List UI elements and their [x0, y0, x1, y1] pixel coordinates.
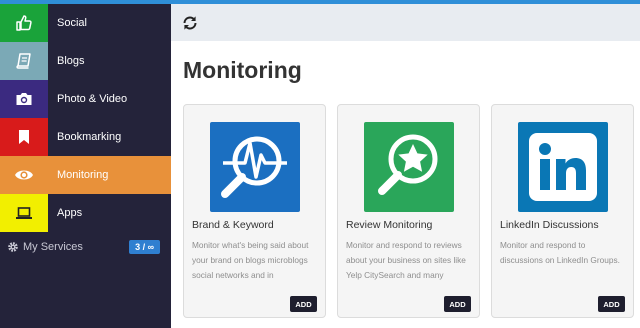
services-count-badge: 3 / ∞	[129, 240, 160, 254]
sidebar-item-label: Photo & Video	[57, 93, 128, 105]
sidebar-item-label: Apps	[57, 207, 83, 219]
sidebar-item-blogs[interactable]: Blogs	[0, 42, 171, 80]
sidebar-item-apps[interactable]: Apps	[0, 194, 171, 232]
card-description: Monitor what's being said about your bra…	[192, 240, 309, 280]
add-button[interactable]: ADD	[444, 296, 471, 312]
card-description: Monitor and respond to discussions on Li…	[500, 240, 620, 265]
card-brand-keyword: Brand & Keyword Monitor what's being sai…	[183, 104, 326, 318]
card-title: Brand & Keyword	[192, 219, 274, 231]
sidebar-item-label: Bookmarking	[57, 131, 122, 143]
card-logo	[210, 122, 300, 212]
star-search-icon	[378, 134, 438, 195]
sidebar-item-label: Blogs	[57, 55, 85, 67]
eye-icon	[15, 170, 33, 180]
card-logo	[364, 122, 454, 212]
card-review-monitoring: Review Monitoring Monitor and respond to…	[337, 104, 480, 318]
sidebar-icon-box	[0, 194, 48, 232]
sidebar-icon-box	[0, 156, 48, 194]
my-services-label: My Services	[23, 241, 83, 253]
sidebar-icon-box	[0, 80, 48, 118]
card-title: LinkedIn Discussions	[500, 219, 599, 231]
sidebar-icon-box	[0, 4, 48, 42]
sidebar-item-monitoring[interactable]: Monitoring	[0, 156, 171, 194]
keyword-search-icon	[221, 136, 287, 198]
sidebar-item-photo-video[interactable]: Photo & Video	[0, 80, 171, 118]
toolbar	[171, 4, 640, 41]
bookmark-icon	[19, 130, 29, 144]
add-button[interactable]: ADD	[290, 296, 317, 312]
card-logo	[518, 122, 608, 212]
sidebar-icon-box	[0, 118, 48, 156]
add-button[interactable]: ADD	[598, 296, 625, 312]
sidebar: Social Blogs Photo & Video Bookmarking M…	[0, 4, 171, 328]
sidebar-item-label: Social	[57, 17, 87, 29]
card-linkedin-discussions: LinkedIn Discussions Monitor and respond…	[491, 104, 634, 318]
sidebar-item-label: Monitoring	[57, 169, 109, 181]
gear-icon	[8, 242, 18, 252]
card-title: Review Monitoring	[346, 219, 433, 231]
card-description: Monitor and respond to reviews about you…	[346, 240, 466, 280]
linkedin-icon	[529, 133, 597, 201]
book-icon	[16, 53, 31, 69]
sidebar-item-bookmarking[interactable]: Bookmarking	[0, 118, 171, 156]
main-content: Monitoring Brand & Keyword Monitor what'…	[171, 4, 640, 328]
service-cards: Brand & Keyword Monitor what's being sai…	[183, 104, 640, 318]
thumbs-up-icon	[16, 15, 32, 31]
my-services[interactable]: My Services 3 / ∞	[0, 237, 171, 257]
sidebar-item-social[interactable]: Social	[0, 4, 171, 42]
camera-icon	[16, 93, 32, 105]
page-title: Monitoring	[183, 57, 302, 83]
refresh-icon[interactable]	[181, 14, 199, 32]
laptop-icon	[16, 207, 32, 219]
sidebar-icon-box	[0, 42, 48, 80]
